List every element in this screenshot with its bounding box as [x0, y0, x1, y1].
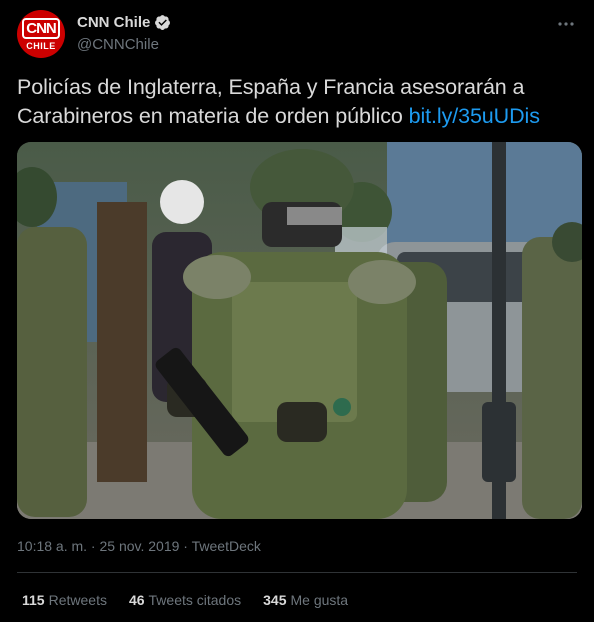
tweet-card: CNN CHILE CNN Chile @CNNChile Policías d… — [0, 0, 594, 622]
tweet-link[interactable]: bit.ly/35uUDis — [409, 104, 540, 128]
tweet-source[interactable]: TweetDeck — [192, 538, 261, 554]
tweet-meta: 10:18 a. m. · 25 nov. 2019 · TweetDeck — [17, 538, 261, 554]
retweets-label: Retweets — [48, 592, 107, 608]
avatar-logo-subtext: CHILE — [26, 40, 56, 51]
retweets-stat[interactable]: 115 Retweets — [22, 592, 107, 608]
user-handle[interactable]: @CNNChile — [77, 36, 171, 53]
quote-tweets-label: Tweets citados — [148, 592, 242, 608]
photo-police-officers — [17, 142, 582, 519]
user-info: CNN Chile @CNNChile — [77, 14, 171, 53]
meta-separator-2: · — [179, 538, 192, 554]
tweet-time[interactable]: 10:18 a. m. — [17, 538, 87, 554]
retweets-count: 115 — [22, 592, 45, 608]
more-options-button[interactable] — [554, 12, 578, 36]
user-name-row: CNN Chile — [77, 14, 171, 31]
quote-tweets-count: 46 — [128, 592, 145, 608]
user-display-name[interactable]: CNN Chile — [77, 14, 150, 31]
tweet-stats: 115 Retweets 46 Tweets citados 345 Me gusta — [22, 592, 348, 608]
avatar[interactable]: CNN CHILE — [17, 10, 65, 58]
tweet-photo[interactable] — [17, 142, 582, 519]
tweet-text: Policías de Inglaterra, España y Francia… — [17, 73, 585, 131]
verified-badge-icon — [155, 15, 171, 30]
quote-tweets-stat[interactable]: 46 Tweets citados — [129, 592, 241, 608]
avatar-logo-text: CNN — [22, 17, 60, 39]
likes-count: 345 — [263, 592, 287, 608]
tweet-date[interactable]: 25 nov. 2019 — [100, 538, 180, 554]
likes-stat[interactable]: 345 Me gusta — [263, 592, 348, 608]
likes-label: Me gusta — [290, 592, 349, 608]
meta-separator-1: · — [87, 538, 100, 554]
more-options-icon — [558, 22, 574, 26]
divider — [17, 572, 577, 573]
